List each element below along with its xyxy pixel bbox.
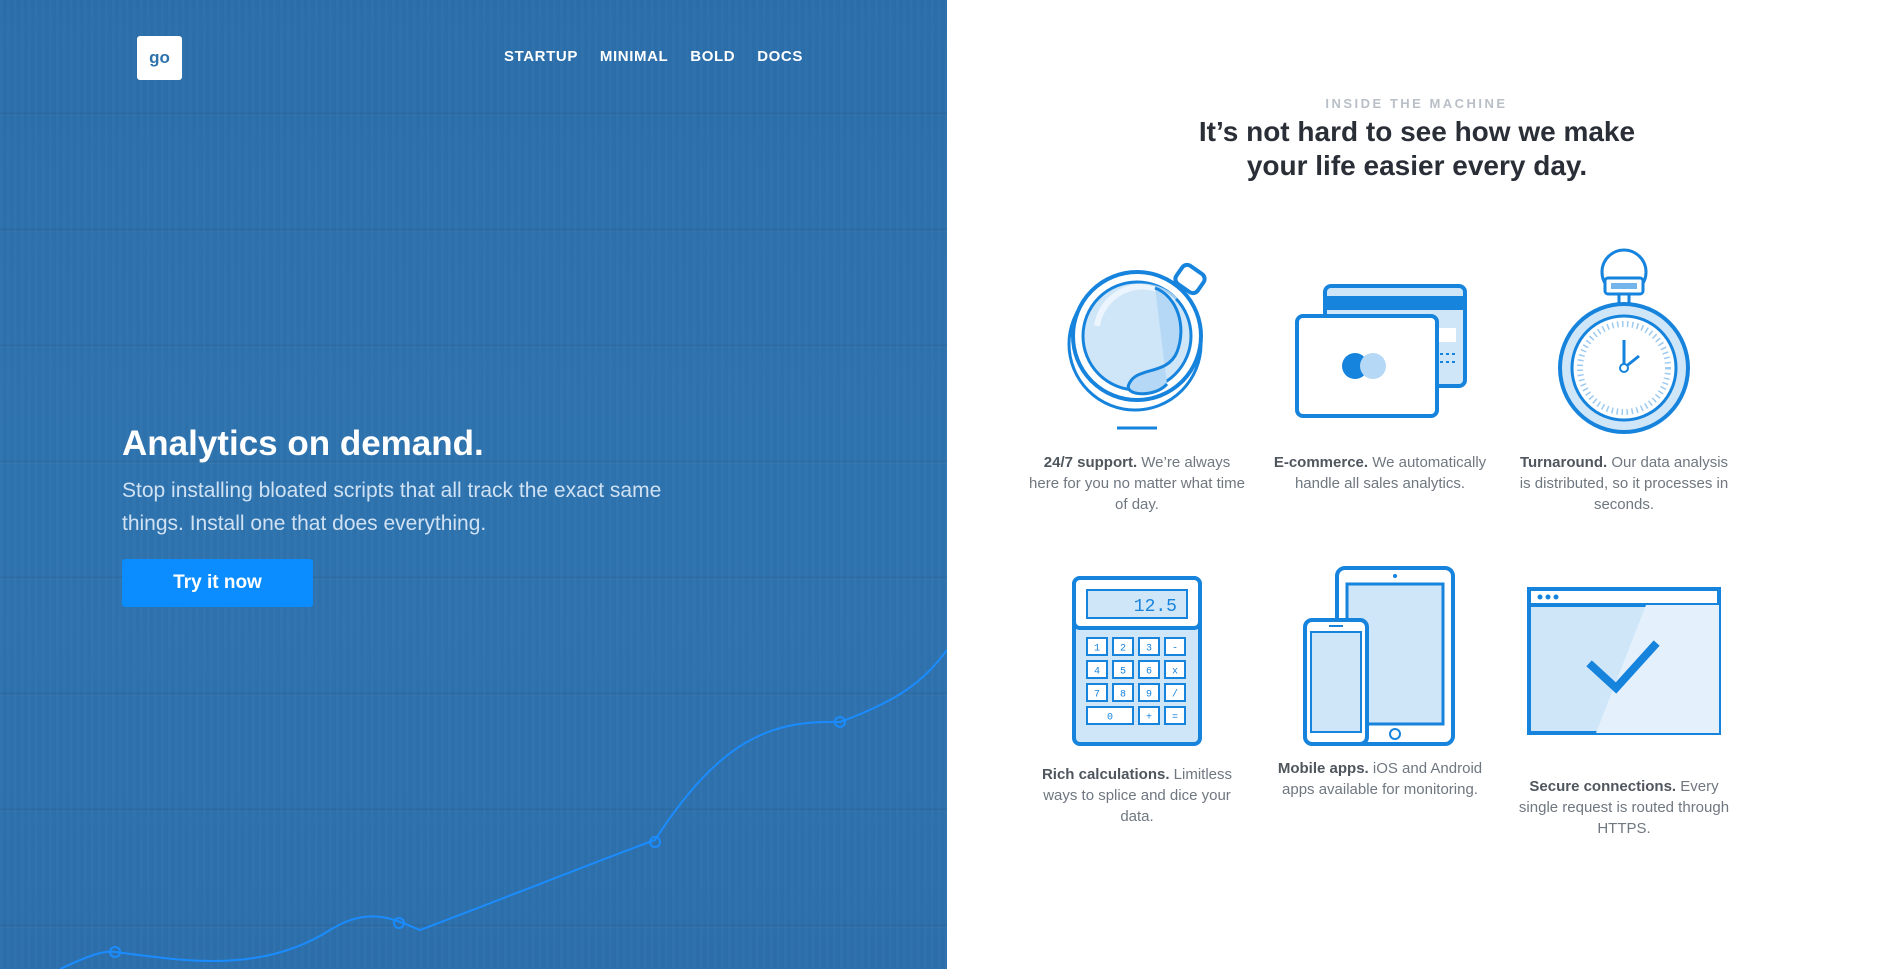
calculator-key-label: 5: [1120, 667, 1126, 678]
logo[interactable]: go: [137, 36, 182, 80]
nav-link-minimal[interactable]: MINIMAL: [600, 48, 668, 65]
try-it-now-button[interactable]: Try it now: [122, 559, 313, 607]
calculator-key-label: =: [1172, 713, 1178, 724]
secure-browser-icon: [1527, 587, 1721, 735]
calculator-key-label: x: [1172, 667, 1178, 678]
calculator-key-label: 8: [1120, 690, 1126, 701]
coffee-cup-icon: [1067, 262, 1207, 430]
feature-description: 24/7 support. We’re always here for you …: [1029, 454, 1245, 513]
calculator-display: 12.5: [1134, 597, 1177, 617]
calculator-key-label: 9: [1146, 690, 1152, 701]
feature-description: Secure connections. Every single request…: [1518, 778, 1730, 837]
feature-secure-connections: Secure connections. Every single request…: [1514, 586, 1734, 839]
calculator-key-label: 0: [1107, 713, 1113, 724]
mobile-devices-icon: [1303, 566, 1455, 746]
calculator-key-label: +: [1146, 713, 1152, 724]
nav-link-bold[interactable]: BOLD: [690, 48, 735, 65]
feature-description: Rich calculations. Limitless ways to spl…: [1041, 766, 1233, 825]
calculator-key-label: 3: [1146, 644, 1152, 655]
feature-support: 24/7 support. We’re always here for you …: [1027, 256, 1247, 515]
calculator-key-label: 6: [1146, 667, 1152, 678]
feature-description: E-commerce. We automatically handle all …: [1273, 454, 1487, 492]
feature-description: Mobile apps. iOS and Android apps availa…: [1277, 760, 1483, 798]
nav-link-docs[interactable]: DOCS: [757, 48, 803, 65]
calculator-key-label: -: [1172, 644, 1178, 655]
feature-mobile-apps: Mobile apps. iOS and Android apps availa…: [1270, 566, 1490, 800]
calculator-key-label: 2: [1120, 644, 1126, 655]
calculator-key-label: 7: [1094, 690, 1100, 701]
stopwatch-icon: [1558, 248, 1690, 434]
features-section: INSIDE THE MACHINE It’s not hard to see …: [947, 0, 1886, 969]
calculator-key-label: 1: [1094, 644, 1100, 655]
hero-subtitle: Stop installing bloated scripts that all…: [122, 479, 662, 535]
feature-ecommerce: E-commerce. We automatically handle all …: [1270, 256, 1490, 494]
feature-description: Turnaround. Our data analysis is distrib…: [1519, 454, 1729, 513]
section-title: It’s not hard to see how we make your li…: [1198, 116, 1636, 181]
calculator-key-label: 4: [1094, 667, 1100, 678]
feature-calculations: 12.5 1 2 3 - 4 5 6 x 7 8 9 / 0 + = Rich calculations. …: [1027, 576, 1247, 827]
credit-card-icon: [1295, 284, 1467, 418]
hero-title: Analytics on demand.: [122, 424, 484, 463]
feature-turnaround: Turnaround. Our data analysis is distrib…: [1514, 248, 1734, 515]
section-eyebrow: INSIDE THE MACHINE: [1325, 96, 1508, 111]
top-nav: STARTUP MINIMAL BOLD DOCS: [504, 48, 803, 65]
nav-link-startup[interactable]: STARTUP: [504, 48, 578, 65]
hero-section: go STARTUP MINIMAL BOLD DOCS Analytics o…: [0, 0, 947, 969]
calculator-icon: 12.5 1 2 3 - 4 5 6 x 7 8 9 / 0 + =: [1072, 576, 1202, 746]
calculator-key-label: /: [1172, 689, 1178, 701]
